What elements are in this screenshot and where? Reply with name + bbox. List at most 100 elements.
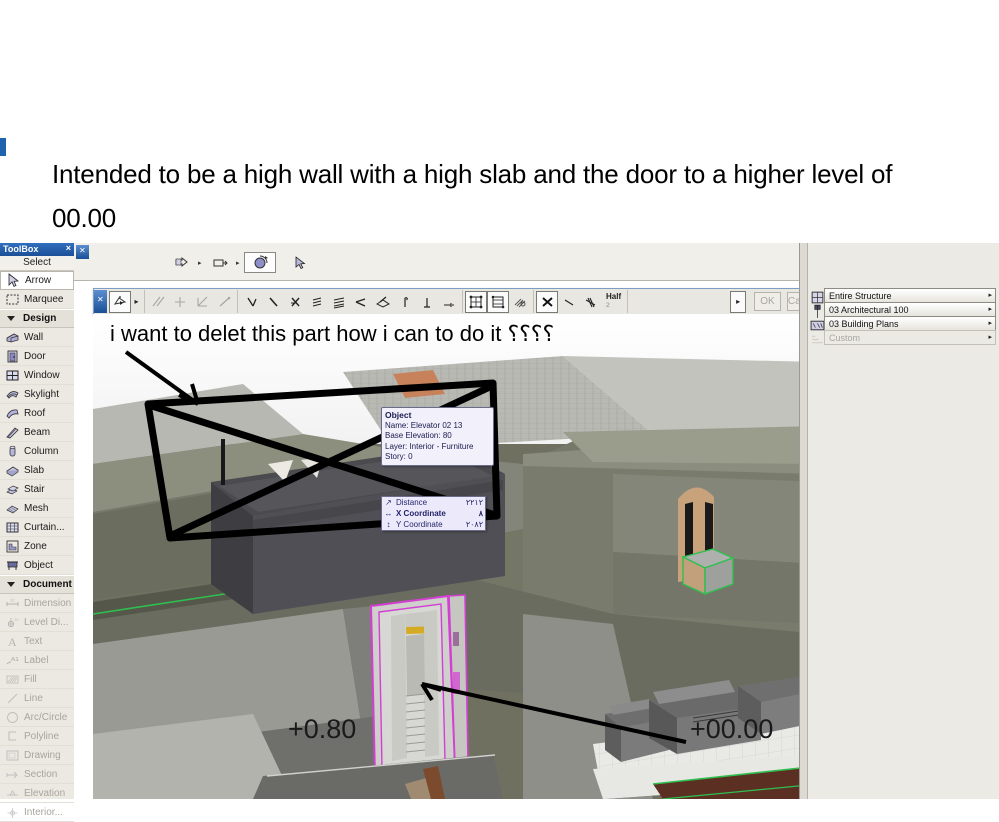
angle-bisector-icon[interactable]: [191, 291, 213, 313]
toolbox-item-roof[interactable]: Roof: [0, 404, 74, 423]
tracker-row-y-coordinate[interactable]: ↕ Y Coordinate ٢٠٨٢: [382, 519, 485, 530]
quick-option-combo[interactable]: 03 Building Plans ▸: [824, 316, 996, 331]
toolbox-item-label: Marquee: [24, 293, 64, 305]
tracker-row-distance[interactable]: ↗ Distance ٢٢١٢: [382, 497, 485, 508]
gravity-icon[interactable]: [509, 291, 531, 313]
polygon-select-icon[interactable]: [109, 290, 131, 313]
coordinate-tracker[interactable]: ↗ Distance ٢٢١٢ ↔ X Coordinate ٨ ↕ Y Coordinate…: [381, 496, 486, 531]
toolbox-item-beam[interactable]: Beam: [0, 423, 74, 442]
snap-height-icon[interactable]: [394, 291, 416, 313]
tracker-value[interactable]: ٨: [479, 509, 483, 518]
toolbox-item-mesh[interactable]: Mesh: [0, 499, 74, 518]
cancel-guide-icon[interactable]: [536, 290, 558, 313]
expand-icon[interactable]: ▸: [730, 290, 747, 313]
toolbox-item-label: Wall: [24, 331, 44, 343]
snap-point-icon[interactable]: [240, 291, 262, 313]
label-icon: A1: [5, 653, 20, 668]
toolbox-item-zone[interactable]: Zone: [0, 537, 74, 556]
tracker-value[interactable]: ٢٠٨٢: [466, 520, 483, 529]
toolbox-item-fill: Fill: [0, 670, 74, 689]
panel-collapse-strip[interactable]: [800, 243, 808, 799]
grid-snap-alt-icon[interactable]: [487, 290, 509, 313]
toolbox-item-label: Door: [24, 350, 46, 362]
toolbox-item-label: Column: [24, 445, 59, 457]
mini-toolbar-grip[interactable]: [76, 245, 89, 259]
snap-special-icon[interactable]: [306, 291, 328, 313]
section-tool-icon[interactable]: [169, 252, 197, 273]
guide-lines-off-icon[interactable]: [580, 291, 602, 313]
toolbox-item-window[interactable]: Window: [0, 366, 74, 385]
toolbox-item-label: Object: [24, 559, 53, 571]
quick-option-row-03-building-plans[interactable]: 03 Building Plans ▸: [810, 316, 996, 331]
elevation-label-right: +00.00: [690, 714, 774, 744]
wall-icon: [5, 330, 20, 345]
snap-surface-icon[interactable]: [372, 291, 394, 313]
snap-plus-icon[interactable]: [438, 291, 460, 313]
more-icon[interactable]: ▸: [131, 291, 142, 313]
toolbox-item-door[interactable]: Door: [0, 347, 74, 366]
pet-group-1: [145, 290, 238, 313]
toolbox-item-curtain[interactable]: Curtain...: [0, 518, 74, 537]
chevron-right-icon[interactable]: ▸: [988, 318, 995, 330]
toolbox-title-bar: ToolBox ×: [0, 243, 74, 256]
pet-palette-grip[interactable]: [94, 290, 107, 313]
toolbox-item-interior: Interior...: [0, 803, 74, 822]
object-icon: [5, 558, 20, 573]
tracker-value[interactable]: ٢٢١٢: [466, 498, 483, 507]
toolbox-item-label: Mesh: [24, 502, 49, 514]
svg-text:12: 12: [10, 597, 15, 602]
triangle-down-icon: [4, 577, 19, 592]
toolbox-item-object[interactable]: Object: [0, 556, 74, 575]
toolbox-item-label: Arrow: [25, 275, 52, 286]
arrow-tool-icon[interactable]: [286, 252, 314, 273]
object-tooltip-layer: Layer: Interior - Furniture: [385, 441, 474, 451]
snap-intersect-icon[interactable]: [284, 291, 306, 313]
guide-line-icon[interactable]: [558, 291, 580, 313]
toolbox-item-design[interactable]: Design: [0, 309, 74, 328]
quick-options-panel: Entire Structure ▸ 03 Architectural 100 ▸ 03…: [799, 243, 999, 799]
toolbox-item-elevation: Elevation: [0, 784, 74, 803]
perpendicular-offset-icon[interactable]: [169, 291, 191, 313]
toolbox-item-stair[interactable]: Stair: [0, 480, 74, 499]
quick-option-combo[interactable]: Entire Structure ▸: [824, 288, 996, 303]
quick-option-combo[interactable]: 03 Architectural 100 ▸: [824, 302, 996, 317]
orbit-tool-icon[interactable]: [244, 252, 276, 273]
toolbox-item-arrow[interactable]: Arrow: [0, 271, 74, 290]
toolbox-item-label: Interior...: [24, 806, 63, 818]
quick-option-combo: Custom ▸: [824, 330, 996, 345]
toolbox-item-slab[interactable]: Slab: [0, 461, 74, 480]
snap-special2-icon[interactable]: [328, 291, 350, 313]
quick-option-row-03-architectural-100[interactable]: 03 Architectural 100 ▸: [810, 302, 996, 318]
tracker-row-x-coordinate[interactable]: ↔ X Coordinate ٨: [382, 508, 485, 519]
snap-line-icon[interactable]: [262, 291, 284, 313]
toolbox-item-column[interactable]: Column: [0, 442, 74, 461]
grid-snap-icon[interactable]: [465, 290, 487, 313]
toolbox-item-wall[interactable]: Wall: [0, 328, 74, 347]
polyline-icon: [5, 729, 20, 744]
snap-tangent-icon[interactable]: [350, 291, 372, 313]
chevron-right-icon[interactable]: ▸: [988, 304, 995, 316]
ok-button[interactable]: OK: [754, 292, 781, 311]
marquee-tool-caret-icon[interactable]: ▸: [236, 259, 240, 267]
tracker-label: Y Coordinate: [396, 520, 443, 529]
stair-icon: [5, 482, 20, 497]
marquee-tool-icon[interactable]: [207, 252, 235, 273]
pen-set-icon: [810, 318, 825, 331]
toolbox-item-skylight[interactable]: Skylight: [0, 385, 74, 404]
snap-perp-icon[interactable]: [416, 291, 438, 313]
quick-option-row-entire-structure[interactable]: Entire Structure ▸: [810, 288, 996, 304]
object-tooltip-story: Story: 0: [385, 452, 413, 461]
offset-line-icon[interactable]: [213, 291, 235, 313]
object-tooltip-name: Name: Elevator 02 13: [385, 420, 463, 430]
toolbox-item-label: Line: [24, 692, 43, 704]
parallel-icon[interactable]: [147, 291, 169, 313]
chevron-right-icon[interactable]: ▸: [988, 332, 995, 344]
quick-option-label: Entire Structure: [829, 290, 892, 301]
toolbox-item-marquee[interactable]: Marquee: [0, 290, 74, 309]
section-tool-caret-icon[interactable]: ▸: [198, 259, 202, 267]
close-icon[interactable]: ×: [66, 243, 71, 254]
chevron-right-icon[interactable]: ▸: [988, 290, 995, 302]
column-icon: [5, 444, 20, 459]
toolbox-item-list: Arrow Marquee Design Wall Door Window Skylight…: [0, 271, 74, 822]
toolbox-item-document[interactable]: Document: [0, 575, 74, 594]
